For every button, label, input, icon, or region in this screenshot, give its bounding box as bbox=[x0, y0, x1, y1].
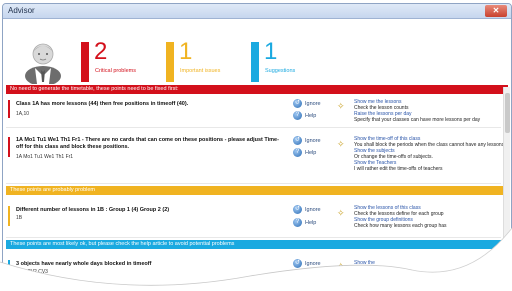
problem-item: Different number of lessons in 1B : Grou… bbox=[6, 198, 501, 238]
title-bar: Advisor ✕ bbox=[3, 4, 511, 19]
ignore-button[interactable]: ↺ Ignore bbox=[293, 259, 321, 268]
ignore-icon: ↺ bbox=[293, 99, 302, 108]
critical-section-header: No need to generate the timetable, these… bbox=[6, 85, 508, 94]
help-button[interactable]: ? Help bbox=[293, 218, 316, 227]
severity-marker bbox=[8, 206, 10, 226]
ignore-icon: ↺ bbox=[293, 136, 302, 145]
critical-label: Critical problems bbox=[95, 68, 136, 74]
problem-objects: 1A Mo1 Tu1 We1 Th1 Fr1 bbox=[16, 154, 74, 160]
problem-description: Different number of lessons in 1B : Grou… bbox=[16, 207, 170, 213]
severity-marker bbox=[8, 137, 10, 157]
solution-link[interactable]: Show the bbox=[354, 260, 375, 266]
suggestions-bar bbox=[251, 42, 259, 82]
suggestions-count: 1 bbox=[264, 38, 278, 65]
problem-item: 3 objects have nearly whole days blocked… bbox=[6, 252, 501, 290]
solution-list: Show the lessons of this class Check the… bbox=[354, 205, 447, 229]
help-button[interactable]: ? Help bbox=[293, 148, 316, 157]
close-button[interactable]: ✕ bbox=[485, 5, 507, 17]
solution-text: I will rather edit the time-offs of teac… bbox=[354, 166, 443, 172]
window-title: Advisor bbox=[8, 6, 35, 15]
ignore-button[interactable]: ↺ Ignore bbox=[293, 205, 321, 214]
advisor-window: Advisor ✕ 2 Critical problems 1 Importan… bbox=[2, 3, 512, 291]
help-icon: ? bbox=[293, 111, 302, 120]
advisor-avatar-icon bbox=[25, 43, 61, 84]
ignore-button[interactable]: ↺ Ignore bbox=[293, 136, 321, 145]
solution-list: Show the time-off of this class You shal… bbox=[354, 136, 506, 172]
problem-item: 1A Mo1 Tu1 We1 Th1 Fr1 - There are no ca… bbox=[6, 129, 506, 184]
suggestions-label: Suggestions bbox=[265, 68, 296, 74]
suggestions-section-header: These points are most likely ok, but ple… bbox=[6, 240, 508, 249]
magic-wand-icon: ✧ bbox=[337, 261, 345, 271]
important-bar bbox=[166, 42, 174, 82]
vertical-scrollbar[interactable] bbox=[503, 87, 510, 287]
help-icon: ? bbox=[293, 218, 302, 227]
problem-description: 1A Mo1 Tu1 We1 Th1 Fr1 - There are no ca… bbox=[16, 137, 279, 150]
magic-wand-icon: ✧ bbox=[337, 208, 345, 218]
problem-item: Class 1A has more lessons (44) then free… bbox=[6, 96, 501, 128]
important-label: Important issues bbox=[180, 68, 221, 74]
critical-bar bbox=[81, 42, 89, 82]
scrollbar-thumb[interactable] bbox=[505, 93, 510, 133]
problem-objects: 1A,10 bbox=[16, 111, 30, 117]
problem-objects: 1B bbox=[16, 215, 23, 221]
help-button[interactable]: ? Help bbox=[293, 111, 316, 120]
critical-count: 2 bbox=[94, 38, 108, 65]
problem-description: Class 1A has more lessons (44) then free… bbox=[16, 101, 189, 107]
solution-text: Specify that your classes can have more … bbox=[354, 117, 481, 123]
solution-list: Show the bbox=[354, 260, 375, 266]
summary-header: 2 Critical problems 1 Important issues 1… bbox=[3, 20, 511, 84]
magic-wand-icon: ✧ bbox=[337, 101, 345, 111]
magic-wand-icon: ✧ bbox=[337, 139, 345, 149]
solution-text: Check how many lessons each group has bbox=[354, 223, 447, 229]
problem-objects: CV1,CV2,CV3 bbox=[16, 269, 48, 275]
severity-marker bbox=[8, 260, 10, 280]
important-section-header: These points are probably problem bbox=[6, 186, 508, 195]
ignore-icon: ↺ bbox=[293, 259, 302, 268]
severity-marker bbox=[8, 100, 10, 118]
solution-list: Show me the lessons Check the lesson cou… bbox=[354, 99, 480, 123]
important-count: 1 bbox=[179, 38, 193, 65]
ignore-icon: ↺ bbox=[293, 205, 302, 214]
problem-description: 3 objects have nearly whole days blocked… bbox=[16, 261, 152, 267]
ignore-button[interactable]: ↺ Ignore bbox=[293, 99, 321, 108]
help-icon: ? bbox=[293, 148, 302, 157]
